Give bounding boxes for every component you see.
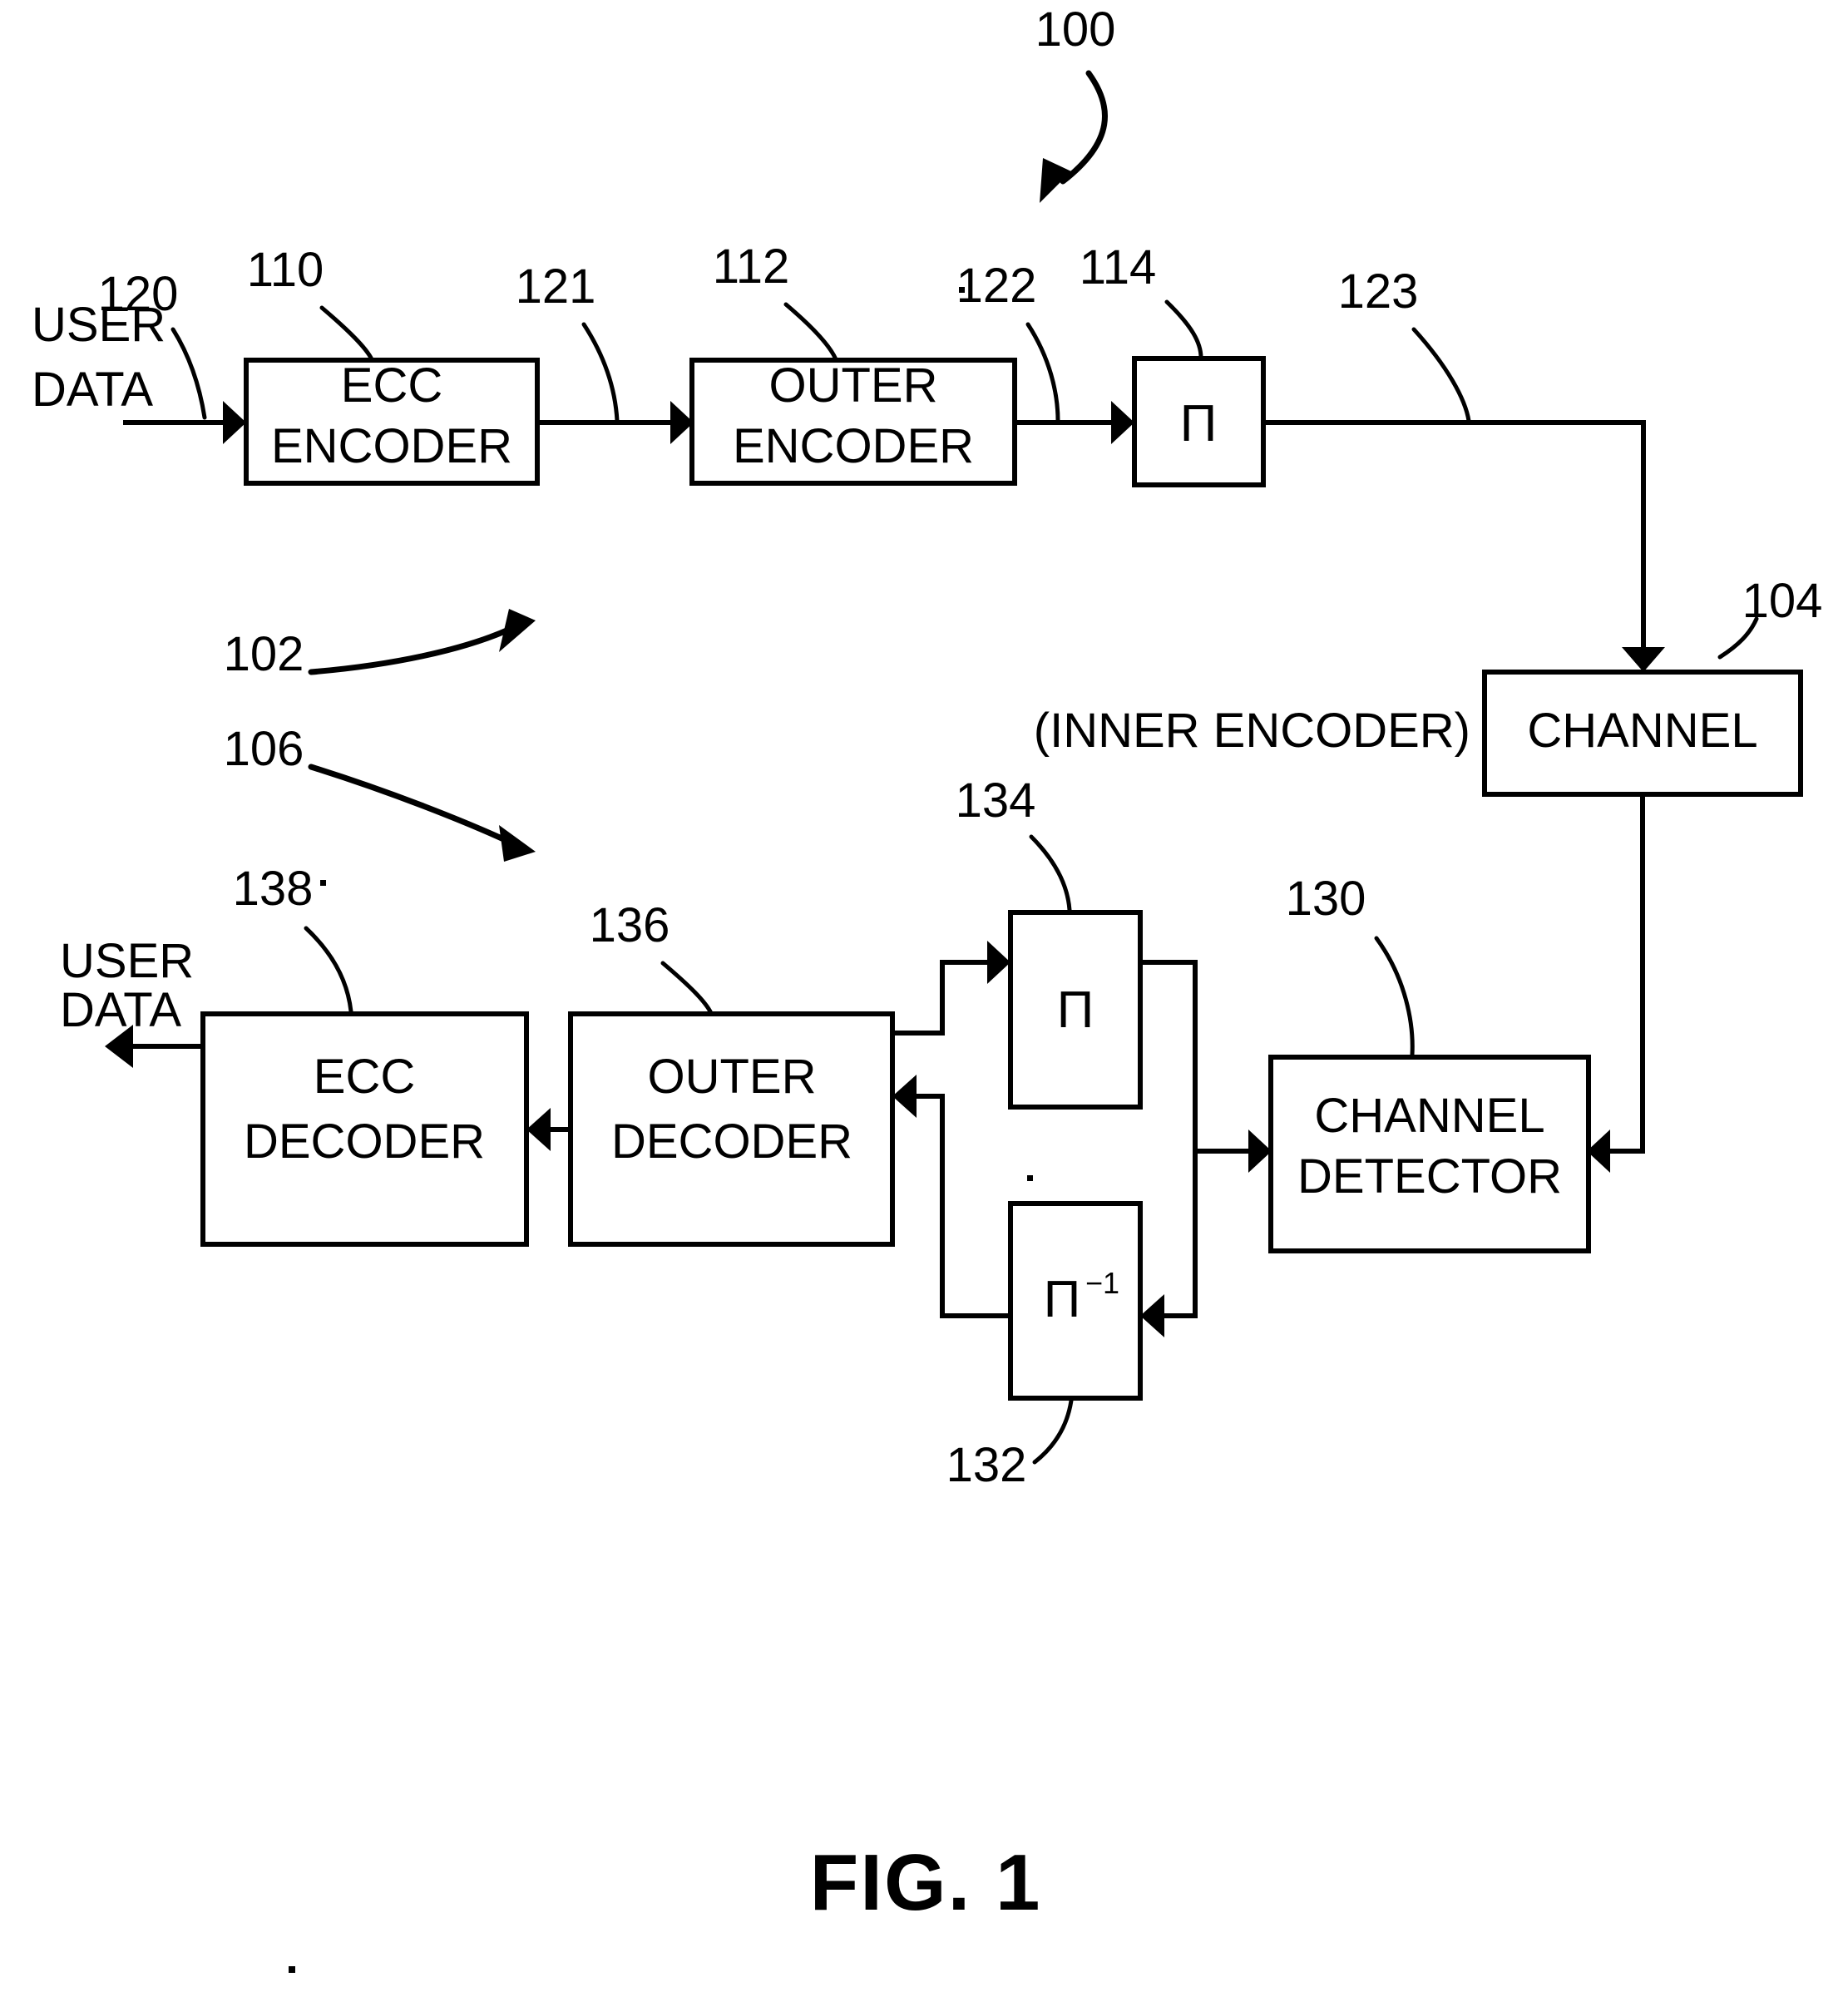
figure-canvas: 100 USER DATA 120 ECC ENCODER 110 121 OU… (32, 2, 1822, 1973)
ref-132-leader (1032, 1398, 1074, 1465)
ref-number-120: 120 (98, 267, 179, 321)
ink-speck-bottom (289, 1966, 295, 1973)
ref-number-114: 114 (1080, 240, 1156, 294)
block-interleaver-encode: Π 114 (1080, 240, 1266, 487)
ref-114-leader (1164, 299, 1203, 360)
block-outer-decoder-label-1: OUTER (648, 1050, 817, 1104)
wire-channel-to-detector (1587, 794, 1645, 1173)
output-user-data-group: USER DATA (60, 934, 203, 1068)
ref-number-122: 122 (956, 259, 1037, 313)
ref-134-leader (1029, 834, 1072, 912)
ref-123-leader (1411, 327, 1471, 423)
wire-123: 123 (1263, 264, 1665, 672)
block-outer-encoder-label-1: OUTER (769, 358, 938, 413)
wire-interleaver-to-detector (1140, 960, 1272, 1173)
ref-number-121: 121 (516, 260, 596, 314)
wire-outer-decoder-to-ecc-decoder (526, 1108, 571, 1151)
inner-encoder-note: (INNER ENCODER) (1034, 704, 1470, 758)
ref-112-leader (783, 302, 838, 362)
patent-figure-page: 100 USER DATA 120 ECC ENCODER 110 121 OU… (0, 0, 1848, 1992)
decoder-path-arrowhead (499, 825, 536, 862)
ref-121-leader (581, 322, 620, 423)
ref-number-102: 102 (224, 627, 304, 681)
block-deinterleaver-label: Π (1044, 1271, 1081, 1328)
input-user-data-group: USER DATA 120 (32, 267, 207, 420)
block-ecc-encoder-label-2: ENCODER (271, 419, 512, 473)
block-interleaver-decode: Π 134 (956, 774, 1143, 1110)
ref-number-110: 110 (247, 243, 324, 297)
ref-138-leader (304, 926, 353, 1014)
ref-number-138: 138 (233, 862, 314, 916)
system-ref-callout: 100 (1035, 2, 1116, 203)
ref-130-leader (1374, 936, 1415, 1057)
wire-detector-to-deinterleaver (1140, 1149, 1271, 1337)
output-label-line1: USER (60, 934, 194, 988)
block-outer-encoder-label-2: ENCODER (733, 419, 974, 473)
block-interleaver-encode-label: Π (1180, 395, 1218, 452)
ref-number-123: 123 (1338, 264, 1419, 319)
decoder-path-leader (308, 764, 512, 845)
block-deinterleaver-label-sup: −1 (1085, 1266, 1119, 1300)
ref-number-130: 130 (1286, 872, 1366, 926)
block-ecc-decoder-label-1: ECC (314, 1050, 415, 1104)
wire-deinterleaver-to-outer-decoder (892, 1075, 1010, 1318)
ref-number-132: 132 (946, 1438, 1027, 1492)
wire-outer-decoder-to-interleaver (892, 941, 1010, 1036)
block-ecc-decoder: ECC DECODER 138 (200, 862, 529, 1247)
block-ecc-decoder-label-2: DECODER (244, 1115, 485, 1169)
decoder-path-callout: 106 (224, 722, 536, 862)
ink-speck-132 (1027, 1175, 1033, 1181)
ink-speck-138 (320, 880, 326, 886)
ink-speck-122 (959, 287, 965, 293)
encoder-path-leader (308, 625, 514, 675)
block-ecc-encoder: ECC ENCODER 110 (244, 243, 540, 486)
ref-number-112: 112 (713, 240, 789, 294)
block-outer-decoder: OUTER DECODER 136 (568, 898, 895, 1247)
ref-136-leader (660, 961, 714, 1016)
block-deinterleaver: Π −1 132 (946, 1201, 1143, 1492)
system-ref-leader (1060, 70, 1108, 185)
ref-number-136: 136 (590, 898, 670, 952)
block-interleaver-decode-label: Π (1057, 981, 1094, 1039)
block-channel-detector: CHANNEL DETECTOR 130 (1268, 872, 1591, 1253)
ref-122-leader (1025, 322, 1060, 423)
wire-121: 121 (516, 260, 694, 444)
output-label-line2: DATA (60, 983, 181, 1037)
figure-caption: FIG. 1 (810, 1838, 1042, 1927)
ref-number-134: 134 (956, 774, 1036, 828)
input-label-line2: DATA (32, 363, 153, 417)
block-ecc-encoder-label-1: ECC (341, 358, 442, 413)
block-channel-detector-label-2: DETECTOR (1297, 1149, 1562, 1204)
inner-encoder-note-text: (INNER ENCODER) (1034, 704, 1470, 758)
ref-number-100: 100 (1035, 2, 1116, 57)
encoder-path-callout: 102 (224, 609, 536, 681)
encoder-path-arrowhead (499, 609, 536, 652)
ref-number-106: 106 (224, 722, 304, 776)
block-outer-decoder-label-2: DECODER (611, 1115, 852, 1169)
ref-120-leader (170, 327, 207, 420)
ref-110-leader (319, 305, 374, 362)
block-channel-label: CHANNEL (1527, 704, 1757, 758)
block-channel: CHANNEL 104 (1482, 574, 1822, 797)
block-channel-detector-label-1: CHANNEL (1314, 1089, 1544, 1143)
